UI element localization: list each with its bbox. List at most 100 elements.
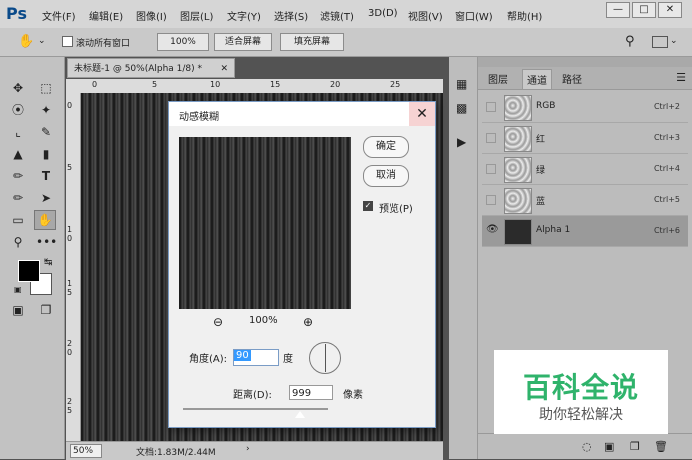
menu-file[interactable]: 文件(F) [42,8,76,23]
close-icon[interactable]: ✕ [220,59,228,79]
default-colors-icon[interactable]: ▣ [14,285,22,294]
channel-row-blue[interactable]: 蓝 Ctrl+5 [482,185,688,216]
path-select-icon[interactable]: ➤ [36,189,56,207]
chevron-down-icon[interactable]: ⌄ [670,36,678,46]
menu-image[interactable]: 图像(I) [136,8,167,23]
magic-wand-icon[interactable]: ✦ [36,101,56,119]
dialog-titlebar[interactable]: 动感模糊 ✕ [169,102,435,126]
properties-icon[interactable]: ▩ [456,101,467,115]
zoom-in-icon[interactable]: ⊕ [303,315,313,329]
zoom-field[interactable]: 50% [70,444,102,458]
hand-tool-icon[interactable]: ✋ [34,210,56,230]
load-selection-icon[interactable]: ◌ [582,440,592,453]
panel-header-strip [478,57,692,67]
stamp-tool-icon[interactable]: ▲ [8,145,28,163]
doc-info: 文档:1.83M/2.44M [136,448,216,458]
visibility-toggle[interactable] [486,102,496,112]
channel-row-rgb[interactable]: RGB Ctrl+2 [482,92,688,123]
menu-type[interactable]: 文字(Y) [227,8,261,23]
more-tools-icon[interactable]: ••• [36,233,57,251]
zoom-out-icon[interactable]: ⊖ [213,315,223,329]
angle-value: 90 [234,350,251,361]
save-selection-icon[interactable]: ▣ [604,440,614,453]
angle-dial-needle [325,344,326,372]
channel-shortcut: Ctrl+2 [653,102,680,111]
ruler-tick-label: 1 0 [67,225,73,243]
dialog-title: 动感模糊 [179,112,219,123]
panel-menu-icon[interactable]: ☰ [676,71,686,84]
menu-help[interactable]: 帮助(H) [507,8,542,23]
rectangle-tool-icon[interactable]: ▭ [8,211,28,229]
angle-input[interactable]: 90 [233,349,279,366]
ok-button[interactable]: 确定 [363,136,409,158]
screen-mode-icon[interactable]: ❐ [36,301,56,319]
pen-tool-icon[interactable]: ✏ [8,189,28,207]
menu-layer[interactable]: 图层(L) [180,8,213,23]
menu-select[interactable]: 选择(S) [274,8,308,23]
preview-checkbox[interactable]: ✓ [363,201,373,211]
chevron-right-icon[interactable]: › [246,444,250,454]
workspace-icon[interactable] [652,36,668,48]
brush-tool-icon[interactable]: ✏ [8,167,28,185]
new-channel-icon[interactable]: ❐ [630,440,640,453]
hand-tool-icon[interactable]: ✋ [18,34,34,49]
visibility-toggle[interactable] [486,133,496,143]
distance-slider-track[interactable] [183,408,328,410]
distance-input[interactable]: 999 [289,385,333,400]
visibility-toggle[interactable] [486,164,496,174]
close-icon[interactable]: ✕ [409,102,435,126]
chevron-down-icon[interactable]: ⌄ [38,36,46,46]
channel-row-green[interactable]: 绿 Ctrl+4 [482,154,688,185]
angle-label: 角度(A): [189,354,228,365]
zoom-100-button[interactable]: 100% [157,33,209,51]
fill-screen-button[interactable]: 填充屏幕 [280,33,344,51]
angle-dial[interactable] [309,342,341,374]
move-tool-icon[interactable]: ✥ [8,79,28,97]
foreground-color-swatch[interactable] [18,260,40,282]
ruler-tick-label: 5 [67,163,73,172]
menu-3d[interactable]: 3D(D) [368,8,398,19]
crop-tool-icon[interactable]: ⌞ [8,123,28,141]
close-window-button[interactable]: ✕ [658,2,682,18]
search-icon[interactable]: ⚲ [625,34,635,49]
channel-row-alpha[interactable]: 👁 Alpha 1 Ctrl+6 [482,216,688,247]
channel-row-red[interactable]: 红 Ctrl+3 [482,123,688,154]
menu-view[interactable]: 视图(V) [408,8,443,23]
distance-slider-thumb[interactable] [295,411,306,418]
preview-zoom-level: 100% [249,315,278,326]
cancel-button[interactable]: 取消 [363,165,409,187]
scroll-all-checkbox[interactable] [62,36,73,47]
menu-window[interactable]: 窗口(W) [455,8,493,23]
channel-thumbnail [504,126,532,152]
fit-screen-button[interactable]: 适合屏幕 [214,33,272,51]
ruler-tick-label: 2 0 [67,339,73,357]
channel-thumbnail [504,95,532,121]
visibility-toggle[interactable] [486,195,496,205]
options-bar: ✋ ⌄ 滚动所有窗口 100% 适合屏幕 填充屏幕 ⚲ ⌄ [0,28,692,57]
swap-colors-icon[interactable]: ↹ [44,257,52,268]
lasso-tool-icon[interactable]: ⦿ [8,101,28,119]
tab-layers[interactable]: 图层 [488,71,508,86]
tab-channels[interactable]: 通道 [522,69,552,89]
menu-filter[interactable]: 滤镜(T) [320,8,354,23]
quick-mask-icon[interactable]: ▣ [8,301,28,319]
angle-unit: 度 [283,354,293,365]
play-icon[interactable]: ▶ [457,135,466,149]
document-tab[interactable]: 未标题-1 @ 50%(Alpha 1/8) * ✕ [67,58,235,78]
trash-icon[interactable]: 🗑 [654,440,668,453]
toolbox: ✥ ⬚ ⦿ ✦ ⌞ ✎ ▲ ▮ ✏ T ✏ ➤ ▭ ✋ ⚲ ••• ↹ ▣ ▣ … [0,57,65,459]
type-tool-icon[interactable]: T [36,167,56,185]
marquee-tool-icon[interactable]: ⬚ [36,79,56,97]
watermark-subtitle: 助你轻松解决 [539,407,623,423]
eyedropper-icon[interactable]: ✎ [36,123,56,141]
eraser-icon[interactable]: ▮ [36,145,56,163]
minimize-button[interactable]: — [606,2,630,18]
blur-preview[interactable] [179,137,351,309]
panel-footer: ◌ ▣ ❐ 🗑 [478,433,692,460]
tab-paths[interactable]: 路径 [562,71,582,86]
histogram-icon[interactable]: ▦ [456,77,467,91]
maximize-button[interactable]: □ [632,2,656,18]
zoom-tool-icon[interactable]: ⚲ [8,233,28,251]
eye-icon[interactable]: 👁 [486,224,499,235]
menu-edit[interactable]: 编辑(E) [89,8,123,23]
